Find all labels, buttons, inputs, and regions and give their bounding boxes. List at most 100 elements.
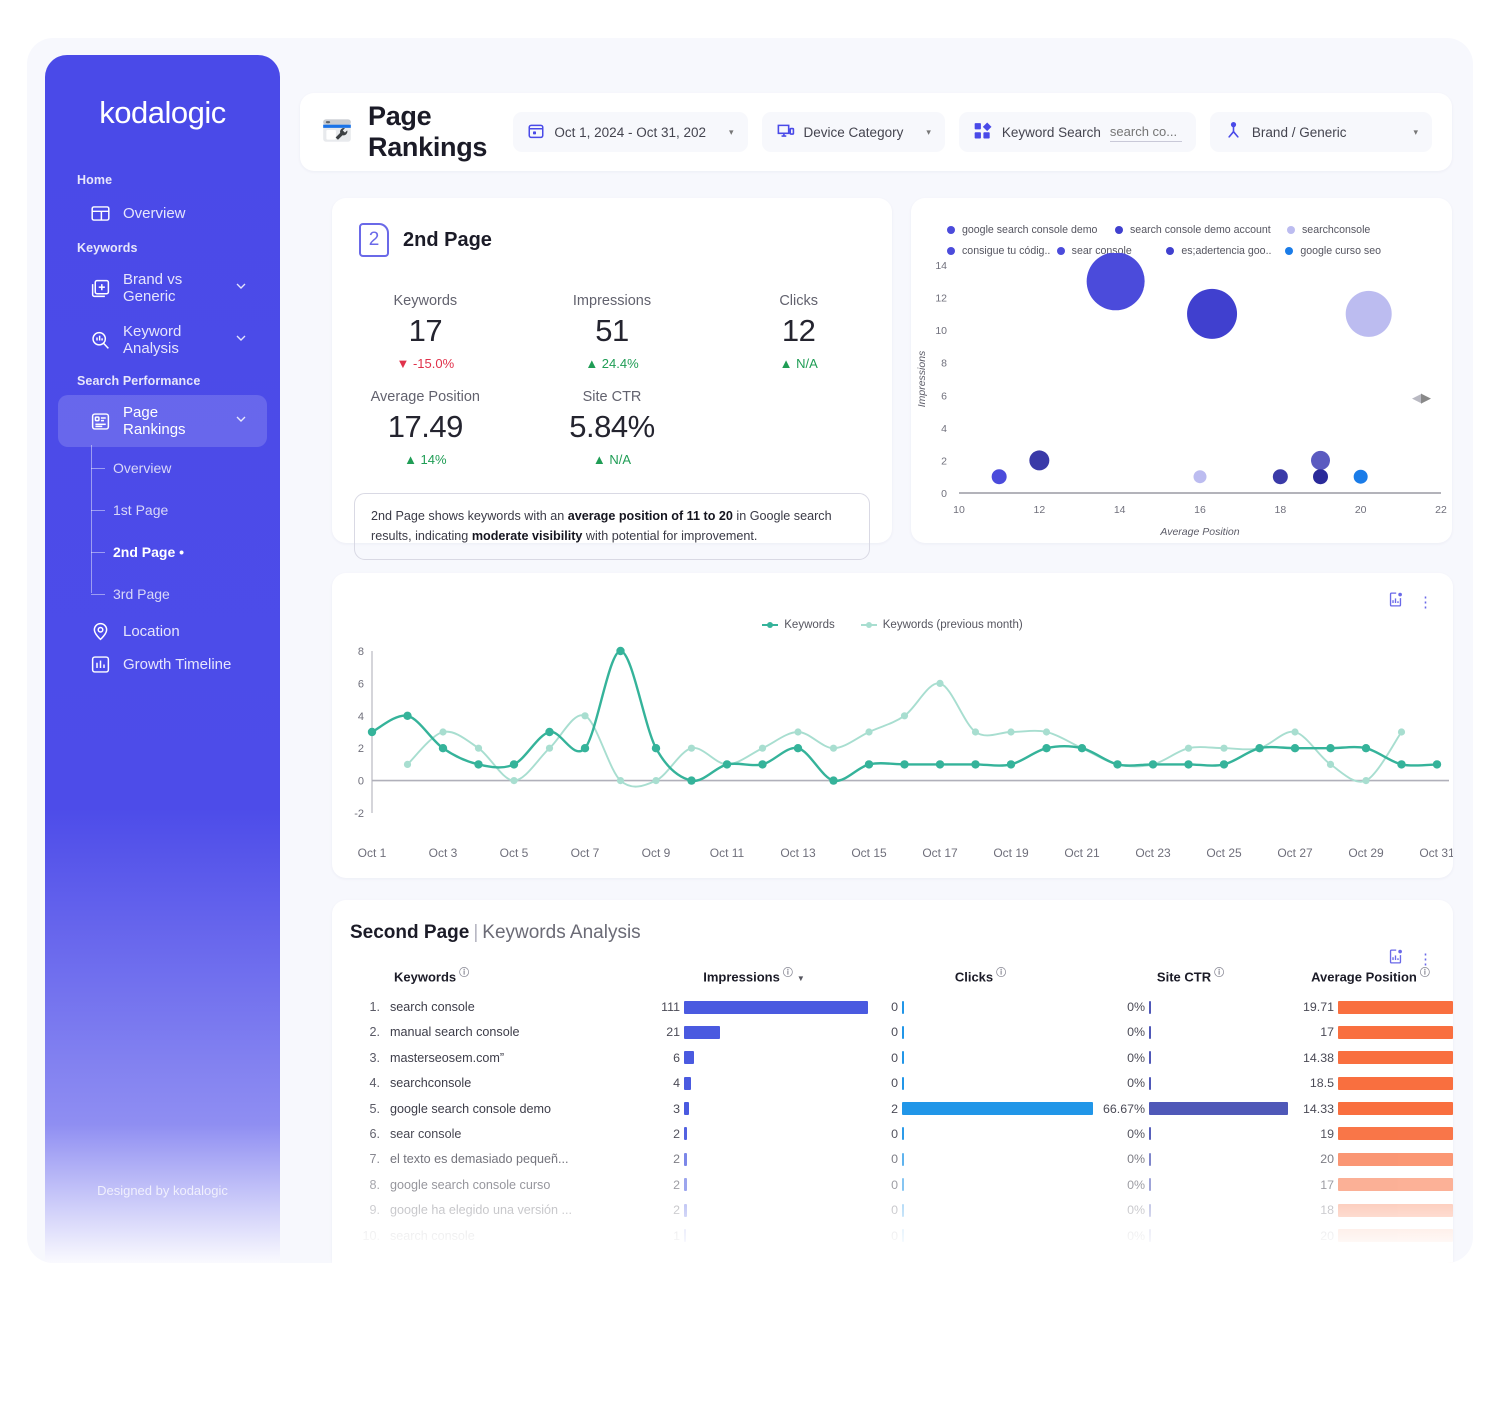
table-more-menu-icon[interactable]: ⋮	[1418, 952, 1433, 967]
row-keyword[interactable]: google search console	[390, 1248, 640, 1263]
kpi-value: 17	[408, 313, 443, 348]
sidebar-item-growth-timeline[interactable]: Growth Timeline	[58, 648, 267, 681]
sidebar-subitem-overview[interactable]: Overview	[91, 447, 280, 489]
row-keyword[interactable]: sear console	[390, 1121, 640, 1146]
legend-item-keywords[interactable]: Keywords	[762, 619, 835, 631]
legend-item-keywords-previous-month[interactable]: Keywords (previous month)	[860, 619, 1023, 631]
info-icon[interactable]: ⓘ	[1214, 968, 1224, 979]
row-keyword[interactable]: manual search console	[390, 1020, 640, 1045]
legend-item[interactable]: search console demo account	[1115, 224, 1287, 236]
line-chart-legend: Keywords Keywords (previous month)	[332, 619, 1453, 631]
svg-text:Oct 11: Oct 11	[710, 846, 745, 860]
site-ctr: 0%	[1093, 1147, 1288, 1172]
info-icon[interactable]: ⓘ	[459, 968, 469, 979]
svg-text:Impressions: Impressions	[916, 350, 928, 407]
legend-item[interactable]: searchconsole	[1287, 224, 1370, 236]
keyword-analysis-icon	[90, 330, 111, 351]
page-title: Page Rankings	[368, 101, 488, 162]
sort-caret-icon[interactable]: ▼	[797, 974, 805, 983]
row-keyword[interactable]: el texto es demasiado pequeñ...	[390, 1147, 640, 1172]
row-index: 3.	[369, 1050, 380, 1065]
search-input[interactable]	[1109, 122, 1182, 142]
impressions-bar	[684, 1025, 720, 1039]
sidebar-subitem-2nd-page[interactable]: 2nd Page •	[91, 531, 280, 573]
sidebar-footer: Designed by kodalogic	[97, 1183, 228, 1198]
table-row[interactable]: 6. sear console 2 0 0% 19	[332, 1121, 1453, 1146]
device-category-filter[interactable]: Device Category ▾	[761, 112, 945, 152]
chevron-down-icon[interactable]	[233, 278, 249, 299]
sidebar-subitem-1st-page[interactable]: 1st Page	[91, 489, 280, 531]
brand-generic-filter[interactable]: Brand / Generic ▾	[1209, 112, 1432, 152]
sidebar-item-keyword-analysis[interactable]: Keyword Analysis	[58, 314, 267, 366]
row-keyword[interactable]: search console	[390, 994, 640, 1019]
chart-more-menu-icon[interactable]: ⋮	[1418, 595, 1433, 610]
table-row[interactable]: 4. searchconsole 4 0 0% 18.5	[332, 1071, 1453, 1096]
device-monitor-icon	[776, 121, 795, 143]
table-row[interactable]: 10. search console 1 0 0% 20	[332, 1223, 1453, 1248]
col-site-ctr[interactable]: Site CTR ⓘ	[1093, 958, 1288, 994]
kpi-site-ctr: Site CTR 5.84% ▲ N/A	[519, 379, 706, 475]
svg-text:0: 0	[941, 488, 947, 500]
site-ctr-value: 0%	[1127, 1253, 1145, 1263]
impressions-bar	[684, 1254, 686, 1263]
table-row[interactable]: 8. google search console curso 2 0 0% 17	[332, 1172, 1453, 1197]
chevron-down-icon[interactable]	[233, 411, 249, 432]
row-keyword[interactable]: google search console demo	[390, 1096, 640, 1121]
sidebar-item-overview[interactable]: Overview	[58, 194, 267, 233]
clicks: 0	[868, 1045, 1093, 1070]
brand-generic-icon	[90, 278, 111, 299]
table-row[interactable]: 7. el texto es demasiado pequeñ... 2 0 0% 20	[332, 1147, 1453, 1172]
keyword-search-filter[interactable]: Keyword Search	[958, 112, 1196, 152]
chevron-down-icon[interactable]: ▾	[1413, 127, 1418, 138]
legend-dot-icon	[947, 226, 955, 234]
table-row[interactable]: 3. masterseosem.com” 6 0 0% 14.38	[332, 1045, 1453, 1070]
site-ctr-bar	[1149, 1178, 1151, 1192]
clicks-bar	[902, 1229, 904, 1243]
table-row[interactable]: 11. google search console 1 0 0% 20	[332, 1248, 1453, 1263]
average-position-bar	[1338, 1152, 1453, 1166]
keyword-search-label: Keyword Search	[1001, 124, 1101, 140]
sidebar-subitem-3rd-page[interactable]: 3rd Page	[91, 573, 280, 615]
impressions: 4	[640, 1071, 868, 1096]
device-category-label: Device Category	[803, 124, 904, 140]
svg-text:12: 12	[1033, 504, 1045, 516]
info-icon[interactable]: ⓘ	[783, 968, 793, 979]
chevron-down-icon[interactable]: ▾	[926, 127, 931, 138]
sidebar-item-page-rankings[interactable]: Page Rankings	[58, 395, 267, 447]
table-row[interactable]: 5. google search console demo 3 2 66.67% 14.3…	[332, 1096, 1453, 1121]
average-position: 20	[1288, 1248, 1453, 1263]
impressions-value: 3	[673, 1101, 680, 1116]
table-row[interactable]: 1. search console 111 0 0% 19.71	[332, 994, 1453, 1019]
chevron-down-icon[interactable]: ▾	[729, 127, 734, 138]
sidebar-item-location[interactable]: Location	[58, 615, 267, 648]
col-impressions[interactable]: Impressions ⓘ ▼	[640, 958, 868, 994]
brand-logo: kodalogic	[99, 95, 226, 130]
legend-item[interactable]: google search console demo	[947, 224, 1115, 236]
site-ctr-bar	[1149, 1127, 1151, 1141]
col-keywords[interactable]: Keywords ⓘ	[390, 958, 640, 994]
page-description-note: 2nd Page shows keywords with an average …	[354, 493, 870, 561]
row-keyword[interactable]: search console	[390, 1223, 640, 1248]
impressions-value: 6	[673, 1050, 680, 1065]
line-chart-plot: -2 0 2 4 6 8 Oct 1 Oct 3 Oct 5 Oct 7 Oct 9 Oct 11 Oc…	[354, 646, 1453, 860]
row-keyword[interactable]: searchconsole	[390, 1071, 640, 1096]
chevron-down-icon[interactable]	[233, 330, 249, 351]
date-range-filter[interactable]: Oct 1, 2024 - Oct 31, 202 ▾	[513, 112, 748, 152]
export-chart-icon[interactable]	[1387, 591, 1404, 613]
info-icon[interactable]: ⓘ	[996, 968, 1006, 979]
average-position: 18	[1288, 1197, 1453, 1222]
table-row[interactable]: 2. manual search console 21 0 0% 17	[332, 1020, 1453, 1045]
average-position-bar	[1338, 1178, 1453, 1192]
table-row[interactable]: 9. google ha elegido una versión ... 2 0 0% 1…	[332, 1197, 1453, 1222]
impressions-bar	[684, 1203, 688, 1217]
col-clicks[interactable]: Clicks ⓘ	[868, 958, 1093, 994]
kpi-delta-value: 24.4%	[601, 356, 639, 371]
row-keyword[interactable]: google search console curso	[390, 1172, 640, 1197]
clicks-value: 0	[891, 1152, 898, 1167]
row-keyword[interactable]: google ha elegido una versión ...	[390, 1197, 640, 1222]
export-table-icon[interactable]	[1387, 948, 1404, 970]
row-keyword[interactable]: masterseosem.com”	[390, 1045, 640, 1070]
kpi-value: 17.49	[387, 409, 464, 444]
sidebar-item-brand-vs-generic[interactable]: Brand vs Generic	[58, 262, 267, 314]
kpi-average-position: Average Position 17.49 ▲ 14%	[332, 379, 519, 475]
